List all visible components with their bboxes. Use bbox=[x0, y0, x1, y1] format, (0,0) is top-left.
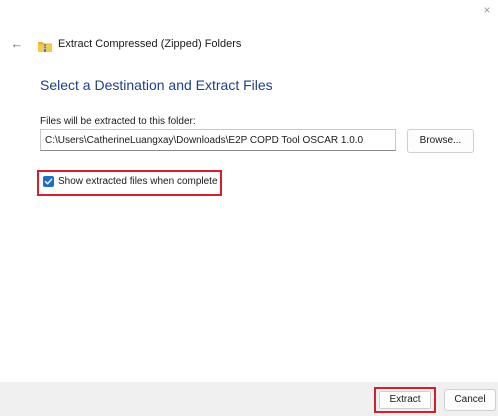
close-icon[interactable]: × bbox=[480, 3, 494, 17]
cancel-button[interactable]: Cancel bbox=[444, 389, 496, 411]
extract-wizard-window: × ← Extract Compressed (Zipped) Folders … bbox=[0, 0, 498, 416]
extract-button[interactable]: Extract bbox=[379, 391, 431, 409]
window-title: Extract Compressed (Zipped) Folders bbox=[58, 38, 242, 50]
destination-label: Files will be extracted to this folder: bbox=[40, 116, 196, 127]
zip-folder-icon bbox=[38, 39, 52, 52]
destination-path-input[interactable] bbox=[40, 129, 396, 151]
show-files-label: Show extracted files when complete bbox=[58, 176, 218, 187]
checkmark-icon bbox=[44, 178, 53, 185]
show-files-option[interactable]: Show extracted files when complete bbox=[43, 176, 218, 187]
show-files-checkbox[interactable] bbox=[43, 176, 54, 187]
page-heading: Select a Destination and Extract Files bbox=[40, 77, 273, 93]
browse-button[interactable]: Browse... bbox=[407, 129, 474, 153]
back-arrow-icon[interactable]: ← bbox=[10, 37, 24, 51]
titlebar: ← Extract Compressed (Zipped) Folders bbox=[10, 36, 241, 52]
